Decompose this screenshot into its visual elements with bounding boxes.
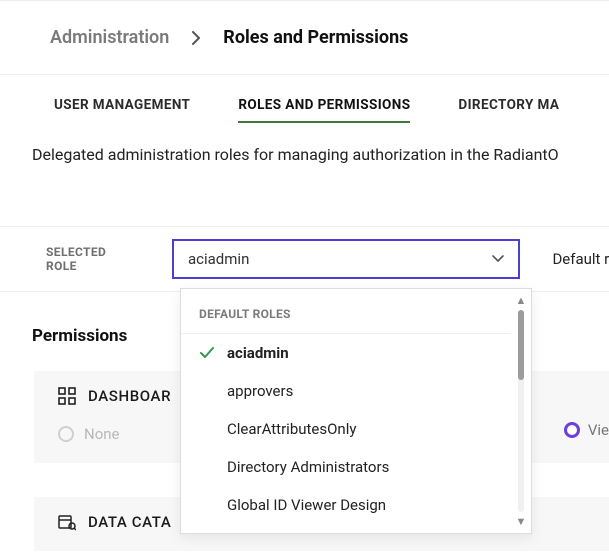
- check-icon: [199, 347, 215, 359]
- dropdown-item-label: aciadmin: [227, 344, 289, 362]
- tab-directory[interactable]: DIRECTORY MA: [458, 97, 559, 123]
- chevron-down-icon: [492, 255, 504, 263]
- breadcrumb-current: Roles and Permissions: [223, 27, 408, 48]
- breadcrumb: Administration Roles and Permissions: [0, 1, 609, 75]
- default-roles-link[interactable]: Default r: [552, 250, 609, 268]
- tabs: USER MANAGEMENT ROLES AND PERMISSIONS DI…: [0, 75, 609, 123]
- scroll-thumb[interactable]: [518, 310, 524, 380]
- dropdown-list: aciadmin approvers ClearAttributesOnly D…: [181, 334, 511, 524]
- card-title-dashboard: DASHBOAR: [88, 387, 171, 405]
- dropdown-item-label: approvers: [227, 382, 293, 400]
- dropdown-scrollbar[interactable]: ▲ ▼: [511, 289, 531, 533]
- page-description: Delegated administration roles for manag…: [0, 123, 609, 164]
- radio-view-indicator: [564, 422, 580, 438]
- data-catalog-icon: [58, 513, 76, 531]
- dropdown-item-approvers[interactable]: approvers: [181, 372, 511, 410]
- selected-role-row: SELECTED ROLE aciadmin Default r: [0, 226, 609, 292]
- role-select-value: aciadmin: [188, 250, 249, 268]
- chevron-right-icon: [191, 31, 201, 45]
- radio-none-label: None: [84, 425, 120, 443]
- dropdown-item-directoryadmins[interactable]: Directory Administrators: [181, 448, 511, 486]
- radio-view-label: Vie: [588, 421, 609, 439]
- tab-roles-permissions[interactable]: ROLES AND PERMISSIONS: [238, 97, 410, 123]
- dashboard-icon: [58, 387, 76, 405]
- breadcrumb-parent[interactable]: Administration: [50, 27, 169, 48]
- card-title-data-catalog: DATA CATA: [88, 513, 171, 531]
- tab-user-management[interactable]: USER MANAGEMENT: [54, 97, 190, 123]
- role-select[interactable]: aciadmin: [172, 239, 520, 279]
- selected-role-label: SELECTED ROLE: [46, 245, 140, 273]
- dropdown-item-globalidviewer[interactable]: Global ID Viewer Design: [181, 486, 511, 524]
- role-dropdown: DEFAULT ROLES aciadmin approvers ClearAt…: [180, 288, 532, 534]
- dropdown-item-aciadmin[interactable]: aciadmin: [181, 334, 511, 372]
- scroll-up-icon[interactable]: ▲: [516, 295, 527, 306]
- dropdown-heading: DEFAULT ROLES: [181, 289, 511, 334]
- radio-none[interactable]: [58, 426, 74, 442]
- permissions-title: Permissions: [32, 326, 127, 346]
- radio-view[interactable]: Vie: [564, 421, 609, 439]
- dropdown-item-label: Global ID Viewer Design: [227, 496, 386, 514]
- dropdown-item-label: ClearAttributesOnly: [227, 420, 356, 438]
- scroll-down-icon[interactable]: ▼: [516, 516, 527, 527]
- dropdown-item-label: Directory Administrators: [227, 458, 389, 476]
- scroll-track[interactable]: [518, 310, 524, 512]
- dropdown-item-clearattributes[interactable]: ClearAttributesOnly: [181, 410, 511, 448]
